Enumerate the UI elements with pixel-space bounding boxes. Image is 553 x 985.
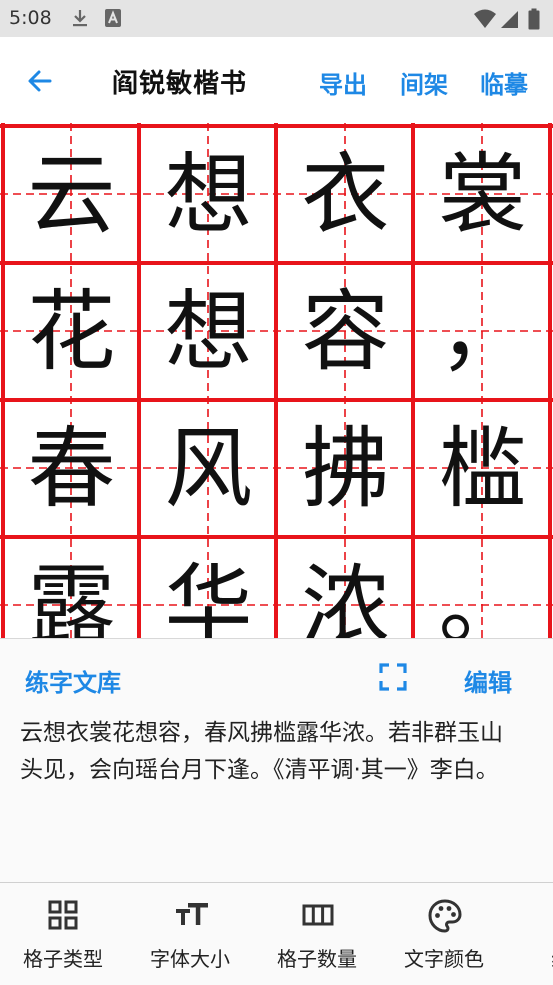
nav-label: 线条: [516, 943, 553, 972]
nav-label: 格子数量: [277, 947, 357, 971]
bottom-toolbar: 格子类型 字体大小 格子数量 文字颜色: [0, 882, 553, 985]
grid-cell-char: 槛: [438, 416, 527, 520]
library-button[interactable]: 练字文库: [25, 663, 121, 698]
app-bar: 阎锐敏楷书 导出 间架 临摹: [0, 37, 553, 123]
grid-count-button[interactable]: 格子数量: [262, 883, 372, 985]
battery-icon: [528, 8, 540, 30]
text-library-panel: 练字文库 编辑 云想衣裳花想容，春风拂槛露华浓。若非群玉山头见，会向瑶台月下逢。…: [0, 638, 553, 883]
grid-cell-char: 拂: [301, 416, 390, 520]
app-notification-icon: [105, 9, 121, 27]
grid-cell-char: 露: [27, 553, 116, 638]
grid-cell-char: 风: [164, 416, 253, 520]
grid-cell-char: 想: [164, 142, 253, 246]
trace-button[interactable]: 临摹: [480, 65, 528, 100]
grid-cell-char: 花: [27, 279, 116, 383]
grid-cell-char: 。: [438, 553, 527, 638]
font-size-icon: [176, 903, 208, 925]
signal-icon: [501, 11, 518, 28]
line-button[interactable]: 线条: [516, 883, 553, 985]
grid-type-icon: [48, 900, 78, 930]
grid-cell-char: 容: [301, 279, 390, 383]
nav-label: 格子类型: [23, 947, 103, 971]
grid-cell-char: 裳: [438, 142, 527, 246]
edit-button[interactable]: 编辑: [464, 663, 512, 698]
download-icon: [73, 10, 87, 27]
nav-label: 字体大小: [150, 947, 230, 971]
grid-cell-char: 想: [164, 279, 253, 383]
practice-grid[interactable]: 云 想 衣 裳 花 想 容 ， 春 风 拂 槛 露 华 浓 。: [0, 123, 553, 638]
wifi-icon: [474, 9, 496, 28]
grid-cell-char: 华: [164, 553, 253, 638]
status-bar: 5:08: [0, 0, 553, 37]
back-arrow-icon[interactable]: [22, 61, 62, 101]
grid-cell-char: 云: [27, 142, 116, 246]
grid-cell-char: ，: [438, 279, 527, 383]
nav-label: 文字颜色: [404, 947, 484, 971]
grid-cell-char: 春: [27, 416, 116, 520]
status-time: 5:08: [9, 7, 52, 29]
export-button[interactable]: 导出: [319, 65, 367, 100]
grid-count-icon: [302, 904, 334, 926]
palette-icon: [428, 899, 462, 933]
structure-button[interactable]: 间架: [400, 65, 448, 100]
page-title: 阎锐敏楷书: [112, 69, 248, 99]
font-size-button[interactable]: 字体大小: [135, 883, 245, 985]
poem-text: 云想衣裳花想容，春风拂槛露华浓。若非群玉山头见，会向瑶台月下逢。《清平调·其一》…: [20, 720, 503, 783]
grid-type-button[interactable]: 格子类型: [8, 883, 118, 985]
text-color-button[interactable]: 文字颜色: [389, 883, 499, 985]
grid-cell-char: 衣: [301, 142, 390, 246]
grid-cell-char: 浓: [301, 553, 390, 638]
fullscreen-icon[interactable]: [377, 661, 409, 693]
